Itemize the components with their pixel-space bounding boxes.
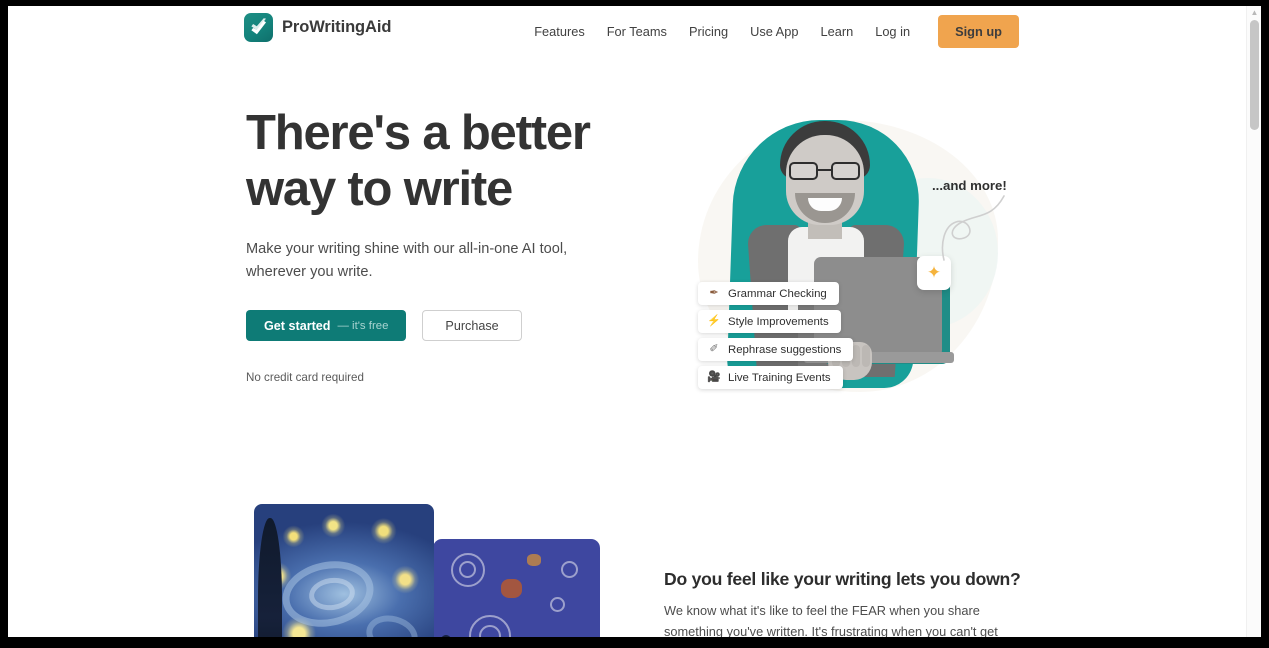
feature-pill-grammar-checking: ✒ Grammar Checking [698,282,839,305]
main-navigation: Features For Teams Pricing Use App Learn… [523,6,1019,56]
hero-title-line-2: way to write [246,162,513,216]
feature-pill-rephrase-suggestions: ✐ Rephrase suggestions [698,338,854,361]
nav-link-learn[interactable]: Learn [809,18,864,45]
lower-section: My idea in my head Do you feel like your… [8,461,1246,637]
video-camera-icon: 🎥 [707,371,721,383]
get-started-button[interactable]: Get started — it's free [246,310,407,341]
nav-link-use-app[interactable]: Use App [739,18,809,45]
page-viewport: ProWritingAid Features For Teams Pricing… [8,6,1261,637]
sketch-spiral [550,597,565,612]
lower-copy: Do you feel like your writing lets you d… [664,569,1021,637]
sketch-spiral [459,561,476,578]
nav-link-features[interactable]: Features [523,18,596,45]
glasses-icon [788,162,862,180]
page-content: ProWritingAid Features For Teams Pricing… [8,6,1246,637]
sketch-blob [527,554,541,566]
hero-copy: There's a better way to write Make your … [246,105,646,384]
sketch-cypress [435,635,457,637]
starry-night-artwork-card: My idea in my head [254,504,434,637]
hero-title-line-1: There's a better [246,106,591,160]
glasses-lens-right [831,162,860,180]
hero-illustration: ✦ ...and more! ✒ Grammar Checking ⚡ Styl… [676,114,1021,439]
feature-pill-live-training-events: 🎥 Live Training Events [698,366,843,389]
nav-link-pricing[interactable]: Pricing [678,18,739,45]
purchase-button[interactable]: Purchase [422,310,522,341]
sketch-blob [501,579,522,598]
nav-link-log-in[interactable]: Log in [864,18,921,45]
brand-name: ProWritingAid [282,18,392,36]
get-started-label: Get started [264,318,331,333]
feature-pill-list: ✒ Grammar Checking ⚡ Style Improvements … [698,282,956,389]
brand-logo-link[interactable]: ProWritingAid [244,13,391,42]
sketch-artwork-card [433,539,600,637]
hero-cta-group: Get started — it's free Purchase [246,310,646,341]
feature-pill-label: Style Improvements [728,315,829,328]
sketch-spiral [561,561,578,578]
no-credit-card-note: No credit card required [246,371,364,384]
feather-pen-icon: ✒ [709,287,719,299]
feature-pill-style-improvements: ⚡ Style Improvements [698,310,841,333]
and-more-annotation: ...and more! [932,178,1007,193]
hero-title: There's a better way to write [246,105,646,217]
prowritingaid-logo-icon [244,13,273,42]
lower-body-text: We know what it's like to feel the FEAR … [664,603,998,637]
feature-pill-label: Live Training Events [728,371,831,384]
hero-subtitle: Make your writing shine with our all-in-… [246,241,568,280]
sign-up-button[interactable]: Sign up [938,14,1019,48]
starry-swirl [362,610,422,637]
page-scrollbar[interactable]: ▲ [1246,6,1261,637]
glasses-lens-left [789,162,818,180]
scroll-up-arrow-icon[interactable]: ▲ [1250,8,1259,17]
scrollbar-thumb[interactable] [1250,20,1259,130]
browser-frame: ProWritingAid Features For Teams Pricing… [0,0,1269,648]
curved-pointer-line [941,195,1005,261]
get-started-note: — it's free [337,319,389,332]
starry-cypress-tree [258,518,282,637]
lightning-bolt-icon: ⚡ [707,315,721,327]
feature-pill-label: Grammar Checking [728,287,827,300]
lower-heading: Do you feel like your writing lets you d… [664,569,1021,589]
feature-pill-label: Rephrase suggestions [728,343,842,356]
site-header: ProWritingAid Features For Teams Pricing… [8,6,1246,56]
magic-wand-icon: ✐ [709,343,719,355]
hero-section: There's a better way to write Make your … [8,56,1246,461]
glasses-bridge [818,169,831,172]
nav-link-for-teams[interactable]: For Teams [596,18,678,45]
